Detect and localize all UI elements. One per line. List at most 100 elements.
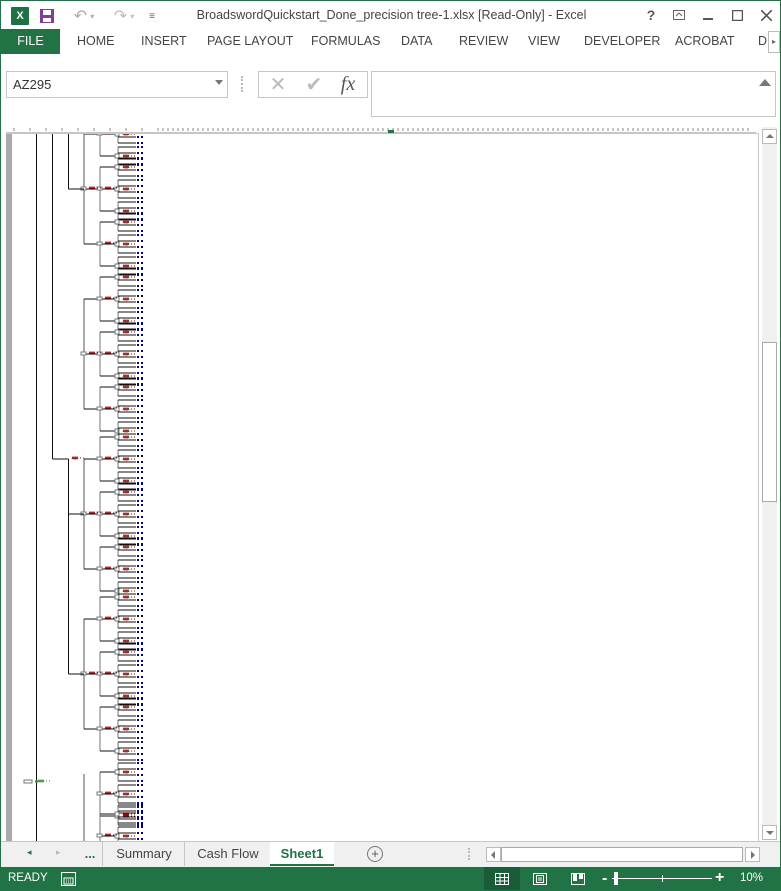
formula-bar-splitter[interactable] xyxy=(241,76,245,92)
decision-node xyxy=(80,351,87,356)
maximize-icon[interactable] xyxy=(723,4,751,26)
name-box[interactable]: AZ295 xyxy=(6,71,228,98)
sheet-tab-summary[interactable]: Summary xyxy=(102,842,185,866)
tab-acrobat[interactable]: ACROBAT xyxy=(675,29,735,54)
tab-file[interactable]: FILE xyxy=(1,29,60,54)
branch-label xyxy=(122,726,135,732)
tab-split-handle[interactable] xyxy=(468,848,472,860)
leaf-node xyxy=(141,824,143,826)
save-icon[interactable] xyxy=(39,7,55,25)
leaf-node xyxy=(137,543,139,545)
tab-developer[interactable]: DEVELOPER xyxy=(584,29,660,54)
scroll-up-button[interactable] xyxy=(762,129,777,144)
horizontal-scrollbar[interactable] xyxy=(486,847,760,862)
leaf-node xyxy=(137,774,139,776)
scroll-right-button[interactable] xyxy=(745,847,760,862)
leaf-node xyxy=(137,445,139,447)
vertical-scroll-thumb[interactable] xyxy=(762,342,777,502)
leaf-node xyxy=(141,395,143,397)
normal-view-button[interactable] xyxy=(484,867,520,890)
leaf-node xyxy=(137,682,139,684)
tab-page-layout[interactable]: PAGE LAYOUT xyxy=(207,29,293,54)
enter-icon[interactable]: ✔ xyxy=(299,72,329,97)
zoom-slider-thumb[interactable] xyxy=(614,872,618,885)
tab-overflow[interactable]: DI xyxy=(758,29,768,54)
tab-data[interactable]: DATA xyxy=(401,29,432,54)
leaf-node xyxy=(137,455,139,457)
tab-insert[interactable]: INSERT xyxy=(141,29,187,54)
leaf-node xyxy=(137,488,139,490)
customize-qat-icon[interactable]: ≡ xyxy=(146,7,158,25)
undo-icon[interactable]: ↶ ▾ xyxy=(69,7,99,25)
leaf-node xyxy=(137,234,139,236)
prev-sheet-icon[interactable]: ◂ xyxy=(27,847,32,858)
redo-icon[interactable]: ↷ ▾ xyxy=(109,7,139,25)
zoom-level[interactable]: 10% xyxy=(740,872,763,884)
branch-label xyxy=(122,456,135,462)
tab-formulas[interactable]: FORMULAS xyxy=(311,29,380,54)
scroll-left-button[interactable] xyxy=(486,847,501,862)
sheet-tab-cash-flow[interactable]: Cash Flow xyxy=(184,842,271,866)
leaf-node xyxy=(137,152,139,154)
chance-node xyxy=(114,153,120,159)
worksheet-grid[interactable] xyxy=(6,133,759,841)
leaf-node xyxy=(141,356,143,358)
scroll-down-button[interactable] xyxy=(762,825,777,840)
leaf-node xyxy=(137,670,139,672)
minimize-icon[interactable] xyxy=(694,4,722,26)
leaf-node xyxy=(137,565,139,567)
branch-label xyxy=(122,671,135,677)
tab-view[interactable]: VIEW xyxy=(528,29,560,54)
leaf-node xyxy=(141,344,143,346)
ribbon-scroll-right-button[interactable]: ▸ xyxy=(768,31,780,53)
add-sheet-button[interactable]: + xyxy=(367,846,383,862)
leaf-node xyxy=(141,273,143,275)
formula-input[interactable] xyxy=(371,71,776,117)
insert-function-icon[interactable]: fx xyxy=(333,72,363,97)
zoom-in-button[interactable]: + xyxy=(715,869,724,887)
chance-node xyxy=(114,489,120,495)
excel-icon[interactable]: X xyxy=(11,7,29,25)
branch-label xyxy=(122,769,135,775)
zoom-out-button[interactable]: - xyxy=(602,870,607,888)
tab-home[interactable]: HOME xyxy=(77,29,115,54)
branch-label xyxy=(122,478,135,484)
chevron-down-icon[interactable] xyxy=(215,80,223,85)
name-box-value: AZ295 xyxy=(13,77,52,92)
ribbon-display-icon[interactable] xyxy=(665,4,693,26)
leaf-node xyxy=(137,753,139,755)
close-icon[interactable] xyxy=(752,4,780,26)
leaf-node xyxy=(137,747,139,749)
leaf-node xyxy=(137,605,139,607)
leaf-node xyxy=(137,642,139,644)
collapse-formula-bar-icon[interactable] xyxy=(759,79,771,86)
leaf-node xyxy=(137,322,139,324)
more-sheets-button[interactable]: ... xyxy=(79,842,101,866)
leaf-node xyxy=(137,790,139,792)
leaf-node xyxy=(137,631,139,633)
leaf-node xyxy=(141,780,143,782)
tab-review[interactable]: REVIEW xyxy=(459,29,508,54)
vertical-scrollbar[interactable] xyxy=(762,127,777,840)
help-icon[interactable]: ? xyxy=(637,4,665,26)
branch-label xyxy=(122,748,135,754)
sheet-tab-sheet1[interactable]: Sheet1 xyxy=(270,842,334,866)
leaf-node xyxy=(141,719,143,721)
horizontal-scroll-thumb[interactable] xyxy=(501,847,743,862)
cancel-icon[interactable]: ✕ xyxy=(263,72,293,97)
leaf-node xyxy=(137,411,139,413)
page-layout-view-button[interactable] xyxy=(522,867,558,890)
leaf-node xyxy=(141,366,143,368)
chance-node xyxy=(114,811,120,817)
chance-node xyxy=(114,434,120,440)
leaf-node xyxy=(137,577,139,579)
branch-label xyxy=(122,164,135,170)
chance-node xyxy=(96,566,103,571)
leaf-node xyxy=(137,660,139,662)
branch-label xyxy=(122,588,135,594)
macro-recording-icon[interactable] xyxy=(61,872,76,886)
leaf-node xyxy=(141,555,143,557)
page-break-preview-button[interactable] xyxy=(560,867,596,890)
leaf-node xyxy=(141,301,143,303)
next-sheet-icon[interactable]: ▸ xyxy=(56,847,61,858)
